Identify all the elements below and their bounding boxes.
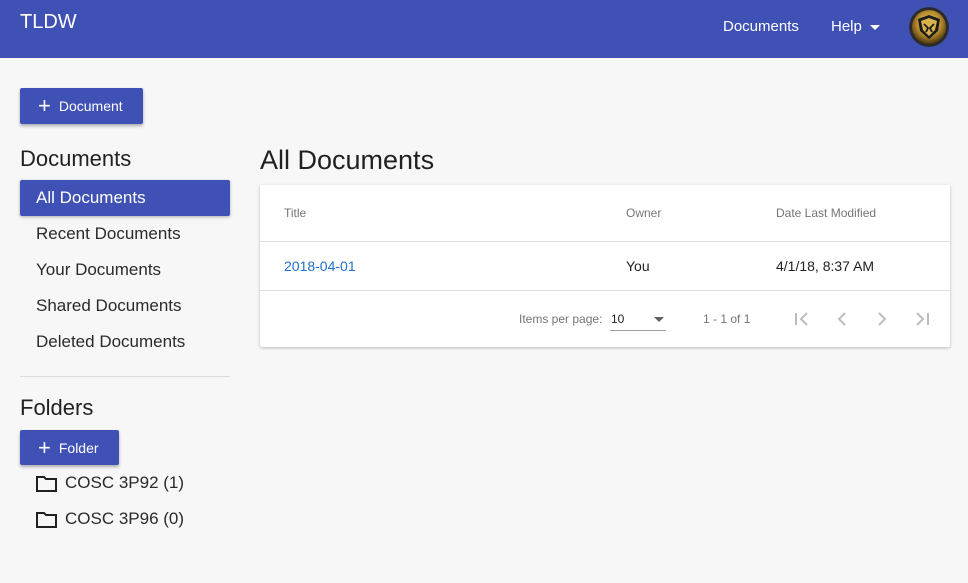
document-title-link[interactable]: 2018-04-01 [284,258,356,274]
page-title: All Documents [260,145,435,175]
sidebar-item-all-documents[interactable]: All Documents [20,180,230,216]
add-document-label: Document [58,98,123,114]
sidebar-item-deleted-documents[interactable]: Deleted Documents [20,324,230,360]
plus-icon: + [38,434,51,460]
chevron-left-icon [837,312,846,326]
header-divider [260,241,950,242]
folder-icon [36,511,57,528]
folders-section-title: Folders [20,395,94,420]
column-header-title[interactable]: Title [284,206,306,220]
first-page-icon [795,312,808,326]
items-per-page-label: Items per page: [519,312,603,326]
caret-down-icon [869,25,880,30]
avatar-image [909,7,949,47]
add-folder-button[interactable]: + Folder [20,430,119,465]
document-owner: You [626,258,650,274]
folder-label: COSC 3P92 (1) [65,473,185,492]
top-app-bar: TLDW Documents Help [0,0,968,58]
documents-table-card: Title Owner Date Last Modified 2018-04-0… [260,185,950,347]
user-avatar[interactable] [909,7,949,47]
row-divider [260,290,950,291]
chevron-right-icon [878,312,887,326]
sidebar-item-your-documents[interactable]: Your Documents [20,252,230,288]
sidebar-divider [20,376,230,377]
sidebar-item-recent-documents[interactable]: Recent Documents [20,216,230,252]
column-header-owner[interactable]: Owner [626,206,661,220]
folder-icon [36,475,57,492]
caret-down-icon [654,317,664,322]
last-page-button[interactable] [910,307,934,331]
document-modified: 4/1/18, 8:37 AM [776,258,875,274]
page-size-select[interactable]: 10 [610,309,666,331]
folder-item-cosc-3p96[interactable]: COSC 3P96 (0) [36,504,184,534]
nav-help-menu[interactable]: Help [831,18,880,35]
first-page-button[interactable] [790,307,814,331]
sidebar-item-shared-documents[interactable]: Shared Documents [20,288,230,324]
add-folder-label: Folder [58,439,99,456]
app-brand[interactable]: TLDW [20,11,77,34]
add-document-button[interactable]: + Document [20,88,143,124]
documents-section-title: Documents [20,146,132,171]
column-header-date-modified[interactable]: Date Last Modified [776,206,876,220]
page-size-value: 10 [611,312,625,326]
next-page-button[interactable] [870,307,894,331]
nav-documents-link[interactable]: Documents [723,18,799,35]
folder-label: COSC 3P96 (0) [65,509,185,528]
previous-page-button[interactable] [830,307,854,331]
plus-icon: + [38,93,51,118]
paginator-range: 1 - 1 of 1 [703,312,751,326]
folder-item-cosc-3p92[interactable]: COSC 3P92 (1) [36,468,184,498]
nav-help-label: Help [831,18,862,35]
last-page-icon [916,312,929,326]
